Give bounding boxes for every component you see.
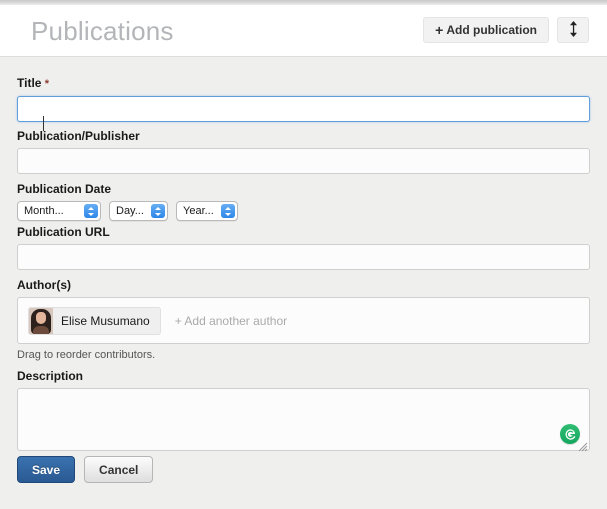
description-group: Description	[17, 369, 590, 451]
day-select[interactable]: Day...	[109, 201, 168, 221]
day-select-value: Day...	[110, 205, 144, 217]
publication-url-group: Publication URL	[17, 225, 590, 270]
authors-label: Author(s)	[17, 278, 590, 292]
page-header: Publications + Add publication	[0, 5, 607, 57]
chevron-updown-icon	[84, 204, 98, 218]
plus-icon: +	[435, 23, 443, 37]
reorder-publications-button[interactable]	[557, 17, 589, 43]
publication-url-label: Publication URL	[17, 225, 590, 239]
publisher-label: Publication/Publisher	[17, 129, 590, 143]
description-label: Description	[17, 369, 590, 383]
publications-form-page: Publications + Add publication	[0, 0, 607, 509]
description-wrap	[17, 388, 590, 451]
publication-date-label: Publication Date	[17, 182, 590, 196]
resize-handle[interactable]	[578, 439, 588, 449]
month-select[interactable]: Month...	[17, 201, 101, 221]
avatar	[29, 308, 53, 334]
add-publication-label: Add publication	[446, 23, 537, 37]
author-chip[interactable]: Elise Musumano	[28, 307, 161, 335]
header-actions: + Add publication	[423, 17, 589, 43]
chevron-updown-icon	[151, 204, 165, 218]
title-label: Title *	[17, 76, 590, 91]
up-down-arrow-icon	[569, 21, 578, 39]
required-asterisk: *	[45, 78, 49, 90]
cancel-button[interactable]: Cancel	[84, 456, 153, 483]
year-select[interactable]: Year...	[176, 201, 238, 221]
publication-date-group: Publication Date Month... Day...	[17, 182, 590, 221]
year-select-value: Year...	[177, 205, 214, 217]
chevron-updown-icon	[221, 204, 235, 218]
title-label-text: Title	[17, 76, 41, 90]
date-selects: Month... Day...	[17, 201, 590, 221]
add-another-author-input[interactable]: + Add another author	[175, 314, 287, 328]
month-select-value: Month...	[18, 205, 64, 217]
publisher-field-group: Publication/Publisher	[17, 129, 590, 174]
form-actions: Save Cancel	[17, 456, 153, 483]
title-field-group: Title *	[17, 76, 590, 122]
grammarly-icon[interactable]	[560, 424, 580, 444]
reorder-hint: Drag to reorder contributors.	[17, 349, 590, 362]
add-publication-button[interactable]: + Add publication	[423, 17, 549, 43]
authors-box[interactable]: Elise Musumano + Add another author	[17, 297, 590, 344]
description-textarea[interactable]	[17, 388, 590, 451]
save-button[interactable]: Save	[17, 456, 75, 483]
author-name: Elise Musumano	[61, 314, 150, 328]
publication-form: Title * Publication/Publisher Publicatio…	[0, 57, 607, 509]
publisher-input[interactable]	[17, 148, 590, 174]
page-title: Publications	[31, 13, 174, 49]
authors-group: Author(s) Elise Musumano + Add another a…	[17, 278, 590, 362]
publication-url-input[interactable]	[17, 244, 590, 270]
title-input[interactable]	[17, 96, 590, 122]
